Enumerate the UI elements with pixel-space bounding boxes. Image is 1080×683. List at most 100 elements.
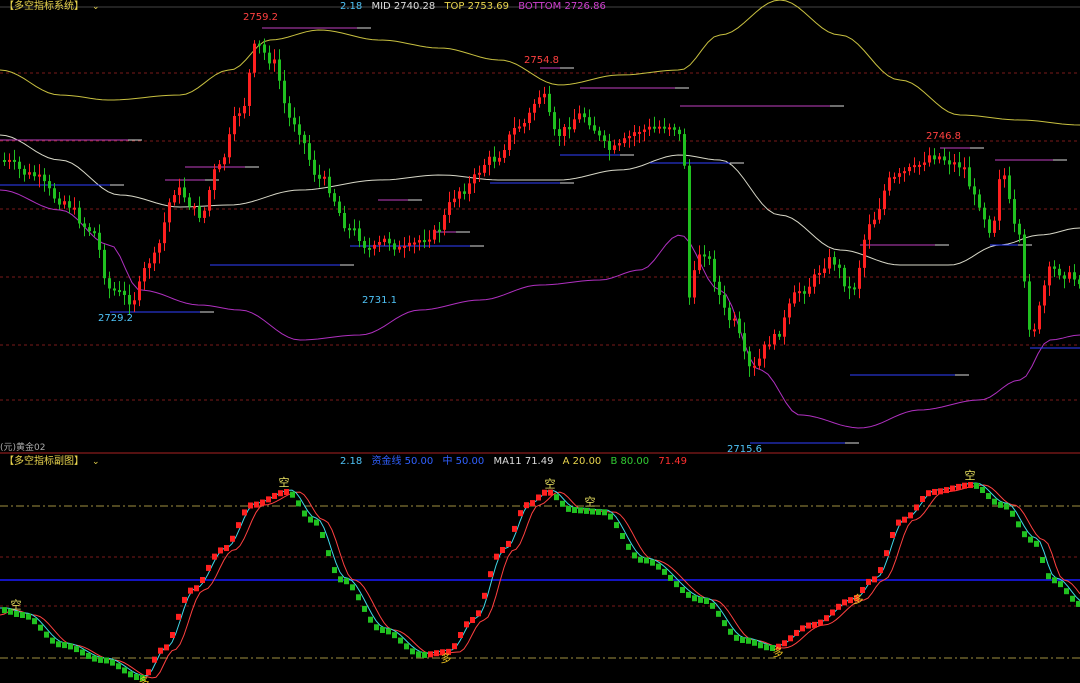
oscillator-block	[158, 647, 163, 654]
oscillator-block	[44, 631, 49, 638]
candle-body	[723, 294, 726, 308]
candle-body	[403, 245, 406, 248]
oscillator-block	[386, 628, 391, 635]
readout-current: 71.49	[658, 456, 687, 467]
readout-bottom: BOTTOM 2726.86	[518, 1, 606, 12]
oscillator-block	[632, 552, 637, 559]
candle-body	[753, 365, 756, 368]
candle-body	[663, 126, 666, 129]
candle-body	[1028, 281, 1031, 330]
candle-body	[793, 292, 796, 304]
candle-body	[433, 229, 436, 240]
oscillator-block	[926, 490, 931, 497]
candle-body	[518, 126, 521, 129]
candle-body	[298, 124, 301, 135]
candle-body	[503, 150, 506, 158]
oscillator-block	[428, 651, 433, 658]
candle-body	[203, 210, 206, 218]
candle-body	[1003, 175, 1006, 180]
oscillator-block	[992, 498, 997, 505]
chevron-down-icon[interactable]: ⌄	[92, 457, 100, 467]
trough-label: 2715.6	[727, 444, 762, 455]
oscillator-block	[230, 535, 235, 542]
oscillator-block	[32, 618, 37, 625]
oscillator-block	[272, 492, 277, 499]
candle-body	[878, 209, 881, 220]
oscillator-block	[170, 632, 175, 638]
candle-body	[1073, 272, 1076, 280]
candle-body	[3, 160, 6, 162]
candle-body	[508, 134, 511, 151]
chevron-down-icon[interactable]: ⌄	[92, 2, 100, 12]
candle-body	[188, 197, 191, 207]
candle-body	[168, 202, 171, 223]
sub-panel-title[interactable]: 【多空指标副图】	[4, 456, 84, 467]
oscillator-block	[260, 499, 265, 506]
oscillator-block	[800, 625, 805, 632]
signal-marker: 空	[11, 598, 22, 612]
oscillator-block	[758, 642, 763, 649]
oscillator-block	[200, 577, 205, 583]
oscillator-block	[62, 642, 67, 649]
candle-body	[673, 127, 676, 130]
oscillator-block	[188, 587, 193, 594]
readout-a: A 20.00	[562, 456, 602, 467]
oscillator-block	[608, 513, 613, 520]
oscillator-block	[164, 644, 169, 651]
candle-body	[653, 126, 656, 129]
candle-body	[158, 243, 161, 253]
candle-body	[78, 207, 81, 224]
candle-body	[323, 176, 326, 179]
candle-body	[623, 138, 626, 144]
readout-b: B 80.00	[610, 456, 650, 467]
candle-body	[268, 52, 271, 64]
oscillator-block	[344, 578, 349, 585]
candle-body	[563, 127, 566, 137]
candle-body	[238, 113, 241, 116]
candle-body	[213, 169, 216, 191]
oscillator-block	[896, 519, 901, 526]
oscillator-block	[950, 485, 955, 492]
oscillator-block	[374, 624, 379, 631]
candle-body	[28, 172, 31, 175]
trough-label: 2731.1	[362, 295, 397, 306]
oscillator-block	[512, 525, 517, 532]
oscillator-block	[698, 596, 703, 603]
candle-body	[958, 162, 961, 168]
oscillator-block	[692, 595, 697, 602]
trading-chart[interactable]: 空多空多空空多多空	[0, 0, 1080, 683]
candle-body	[103, 249, 106, 279]
oscillator-block	[638, 556, 643, 563]
oscillator-block	[722, 620, 727, 627]
candle-body	[373, 244, 376, 249]
candle-body	[598, 130, 601, 136]
signal-marker: 空	[545, 477, 556, 491]
oscillator-block	[944, 487, 949, 494]
instrument-label: 黄金02	[16, 443, 46, 453]
candle-body	[763, 344, 766, 359]
candle-body	[898, 173, 901, 177]
oscillator-block	[938, 488, 943, 495]
main-panel-title[interactable]: 【多空指标系统】	[4, 1, 84, 12]
oscillator-block	[332, 567, 337, 574]
candle-body	[583, 113, 586, 118]
oscillator-block	[956, 483, 961, 490]
oscillator-block	[920, 496, 925, 502]
candle-body	[278, 59, 281, 81]
oscillator-block	[500, 547, 505, 553]
oscillator-block	[452, 643, 457, 650]
candle-body	[973, 186, 976, 195]
candle-body	[578, 113, 581, 120]
oscillator-block	[308, 516, 313, 523]
candle-body	[33, 172, 36, 177]
candle-body	[73, 207, 76, 210]
oscillator-block	[68, 643, 73, 650]
oscillator-block	[50, 637, 55, 644]
candle-body	[1018, 223, 1021, 235]
candle-body	[953, 162, 956, 165]
oscillator-block	[566, 505, 571, 512]
candle-body	[53, 188, 56, 199]
oscillator-block	[626, 543, 631, 550]
candle-body	[573, 119, 576, 130]
oscillator-block	[242, 509, 247, 516]
